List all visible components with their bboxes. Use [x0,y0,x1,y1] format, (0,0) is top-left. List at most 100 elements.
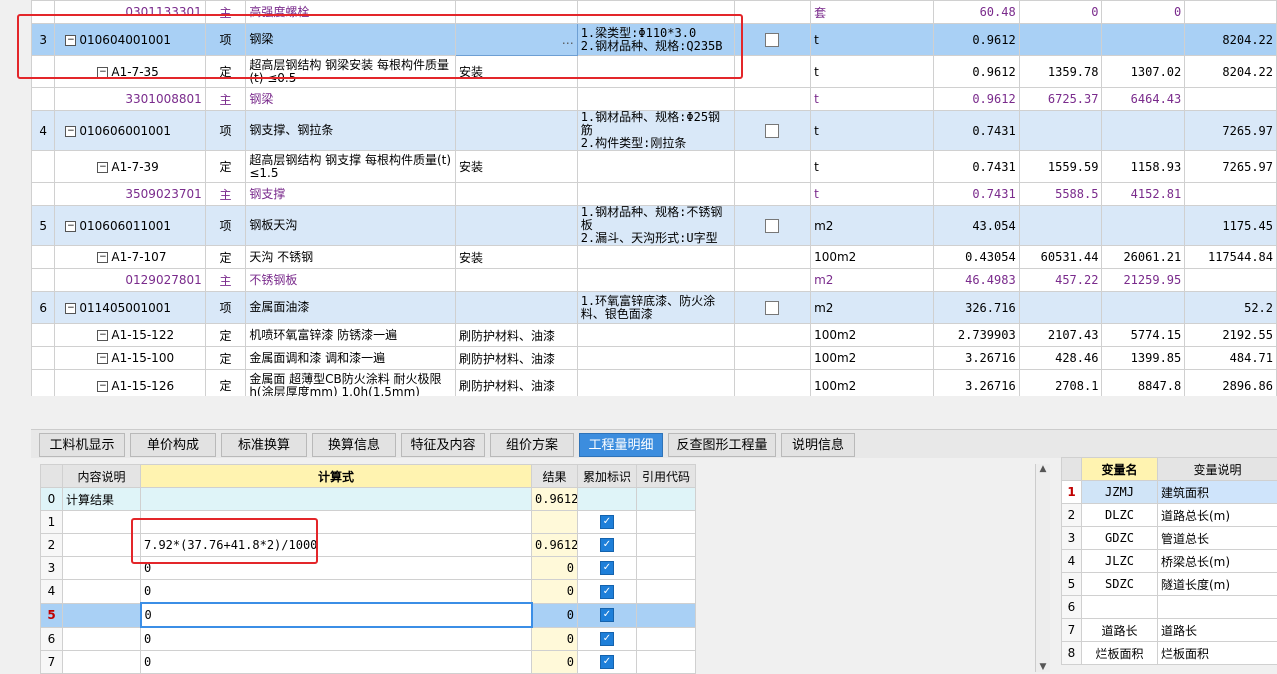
item-check[interactable] [734,1,810,24]
bill-row[interactable]: −A1-15-122定机喷环氧富锌漆 防锈漆一遍刷防护材料、油漆100m22.7… [32,324,1277,347]
var-row[interactable]: 3GDZC管道总长 [1062,527,1277,550]
item-feature[interactable]: 刷防护材料、油漆 [455,347,577,370]
calc-desc[interactable] [63,627,141,651]
bill-row[interactable]: −A1-7-35定超高层钢结构 钢梁安装 每根构件质量(t) ≤0.5安装t0.… [32,56,1277,88]
row-checkbox[interactable] [765,219,779,233]
calc-row[interactable]: 27.92*(37.76+41.8*2)/10000.9612✓ [41,534,696,557]
collapse-icon[interactable]: − [97,330,108,341]
calc-row[interactable]: 300✓ [41,557,696,580]
calc-accum[interactable] [578,488,637,511]
var-code[interactable] [1082,596,1158,619]
accum-checkbox-checked-icon[interactable]: ✓ [600,608,614,622]
bill-row[interactable]: 4−010606001001项钢支撑、钢拉条1.钢材品种、规格:Φ25钢筋 2.… [32,111,1277,151]
bill-row[interactable]: −A1-15-126定金属面 超薄型CB防火涂料 耐火极限h(涂层厚度mm) 1… [32,370,1277,397]
item-feature[interactable]: … [455,24,577,56]
item-check[interactable] [734,183,810,206]
item-check[interactable] [734,88,810,111]
accum-checkbox-checked-icon[interactable]: ✓ [600,561,614,575]
bill-row[interactable]: 5−010606011001项钢板天沟1.钢材品种、规格:不锈钢板 2.漏斗、天… [32,206,1277,246]
bill-row[interactable]: −A1-15-100定金属面调和漆 调和漆一遍刷防护材料、油漆100m23.26… [32,347,1277,370]
item-feature[interactable] [455,292,577,324]
calc-row[interactable]: 1✓ [41,511,696,534]
scroll-up-icon[interactable]: ▲ [1036,464,1050,474]
calc-ref[interactable] [637,651,696,674]
item-check[interactable] [734,24,810,56]
row-checkbox[interactable] [765,33,779,47]
tab-item[interactable]: 标准换算 [221,433,307,457]
bill-row[interactable]: −A1-7-39定超高层钢结构 钢支撑 每根构件质量(t) ≤1.5安装t0.7… [32,151,1277,183]
collapse-icon[interactable]: − [97,353,108,364]
var-row[interactable]: 2DLZC道路总长(m) [1062,504,1277,527]
calc-formula[interactable] [141,511,532,534]
bill-row[interactable]: 3509023701主钢支撑t0.74315588.54152.81 [32,183,1277,206]
calc-formula[interactable]: 0 [141,580,532,604]
calc-desc[interactable]: 计算结果 [63,488,141,511]
tab-item[interactable]: 反查图形工程量 [668,433,776,457]
accum-checkbox-checked-icon[interactable]: ✓ [600,538,614,552]
calc-desc[interactable] [63,580,141,604]
calc-scrollbar[interactable]: ▲ ▼ [1035,464,1050,672]
calc-accum[interactable]: ✓ [578,651,637,674]
bill-row[interactable]: −A1-7-107定天沟 不锈钢安装100m20.4305460531.4426… [32,246,1277,269]
tab-item[interactable]: 特征及内容 [401,433,485,457]
calc-ref[interactable] [637,488,696,511]
item-check[interactable] [734,56,810,88]
collapse-icon[interactable]: − [65,126,76,137]
calc-formula[interactable]: 0 [141,557,532,580]
item-feature[interactable] [455,88,577,111]
calc-desc[interactable] [63,651,141,674]
bill-row[interactable]: 0129027801主不锈钢板m246.4983457.2221259.95 [32,269,1277,292]
item-feature[interactable] [455,183,577,206]
collapse-icon[interactable]: − [97,162,108,173]
collapse-icon[interactable]: − [97,252,108,263]
accum-checkbox-checked-icon[interactable]: ✓ [600,515,614,529]
var-code[interactable]: 道路长 [1082,619,1158,642]
tab-item[interactable]: 换算信息 [312,433,396,457]
item-feature[interactable]: 安装 [455,246,577,269]
tab-item[interactable]: 工程量明细 [579,433,663,457]
calc-accum[interactable]: ✓ [578,534,637,557]
item-check[interactable] [734,246,810,269]
calc-formula[interactable]: 7.92*(37.76+41.8*2)/1000 [141,534,532,557]
item-check[interactable] [734,269,810,292]
scroll-down-icon[interactable]: ▼ [1036,662,1050,672]
collapse-icon[interactable]: − [65,221,76,232]
collapse-icon[interactable]: − [65,303,76,314]
var-code[interactable]: GDZC [1082,527,1158,550]
accum-checkbox-checked-icon[interactable]: ✓ [600,632,614,646]
calc-desc[interactable] [63,603,141,627]
calc-desc[interactable] [63,511,141,534]
var-row[interactable]: 4JLZC桥梁总长(m) [1062,550,1277,573]
item-feature[interactable]: 安装 [455,151,577,183]
tab-item[interactable]: 单价构成 [130,433,216,457]
feature-ellipsis-button[interactable]: … [562,33,574,47]
calc-ref[interactable] [637,627,696,651]
calc-row[interactable]: 600✓ [41,627,696,651]
item-check[interactable] [734,151,810,183]
bill-row[interactable]: 6−011405001001项金属面油漆1.环氧富锌底漆、防火涂料、银色面漆m2… [32,292,1277,324]
var-code[interactable]: 烂板面积 [1082,642,1158,665]
calc-formula[interactable]: 0 [141,603,532,627]
item-check[interactable] [734,292,810,324]
var-row[interactable]: 5SDZC隧道长度(m) [1062,573,1277,596]
item-feature[interactable]: 刷防护材料、油漆 [455,324,577,347]
calc-ref[interactable] [637,534,696,557]
tab-item[interactable]: 说明信息 [781,433,855,457]
tab-item[interactable]: 工料机显示 [39,433,125,457]
bill-row[interactable]: 3−010604001001项钢梁…1.梁类型:Φ110*3.0 2.钢材品种、… [32,24,1277,56]
calc-row[interactable]: 500✓ [41,603,696,627]
calc-ref[interactable] [637,580,696,604]
row-checkbox[interactable] [765,124,779,138]
var-row[interactable]: 7道路长道路长 [1062,619,1277,642]
var-code[interactable]: SDZC [1082,573,1158,596]
bill-row[interactable]: 0301133301主高强度螺栓套60.4800 [32,1,1277,24]
item-feature[interactable]: 安装 [455,56,577,88]
item-check[interactable] [734,324,810,347]
var-code[interactable]: JLZC [1082,550,1158,573]
accum-checkbox-checked-icon[interactable]: ✓ [600,585,614,599]
item-check[interactable] [734,111,810,151]
calc-row[interactable]: 700✓ [41,651,696,674]
item-check[interactable] [734,370,810,397]
item-feature[interactable] [455,1,577,24]
calc-desc[interactable] [63,557,141,580]
